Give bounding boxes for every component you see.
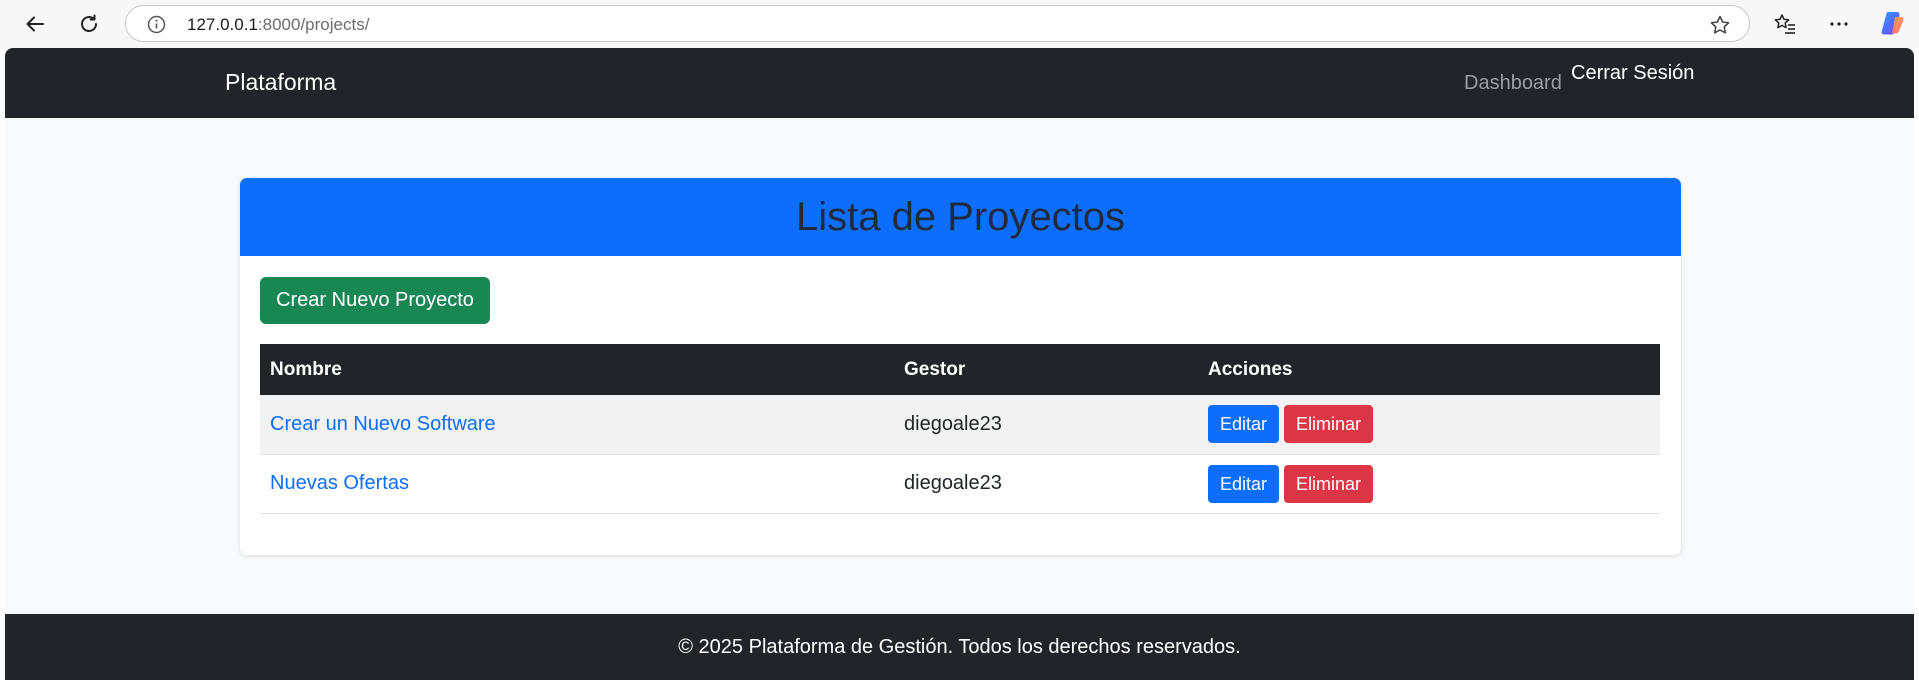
page-viewport: Plataforma Dashboard Cerrar Sesión Lista… xyxy=(5,48,1914,680)
back-arrow-icon[interactable] xyxy=(18,7,52,41)
delete-button[interactable]: Eliminar xyxy=(1284,405,1374,444)
header-nombre: Nombre xyxy=(270,358,342,380)
project-name-cell: Nuevas Ofertas xyxy=(260,454,894,514)
nav-link-logout[interactable]: Cerrar Sesión xyxy=(1571,62,1694,85)
edit-button[interactable]: Editar xyxy=(1208,405,1280,444)
table-row: Nuevas Ofertas diegoale23 Editar Eliminar xyxy=(260,454,1660,514)
page-footer: © 2025 Plataforma de Gestión. Todos los … xyxy=(5,614,1914,680)
favorites-icon[interactable] xyxy=(1768,7,1802,41)
browser-toolbar: 127.0.0.1:8000/projects/ xyxy=(0,0,1919,48)
address-bar[interactable]: 127.0.0.1:8000/projects/ xyxy=(125,5,1750,42)
header-acciones: Acciones xyxy=(1208,358,1293,380)
nav-link-dashboard[interactable]: Dashboard xyxy=(1464,72,1562,95)
app-navbar: Plataforma Dashboard Cerrar Sesión xyxy=(5,48,1914,118)
more-icon[interactable] xyxy=(1822,7,1856,41)
projects-card: Lista de Proyectos Crear Nuevo Proyecto … xyxy=(240,178,1681,555)
url-path: :8000/projects/ xyxy=(257,15,370,34)
reload-icon[interactable] xyxy=(72,7,106,41)
copilot-icon[interactable] xyxy=(1879,9,1907,37)
project-actions-cell: Editar Eliminar xyxy=(1198,454,1660,514)
star-icon[interactable] xyxy=(1709,14,1731,36)
edit-button[interactable]: Editar xyxy=(1208,464,1280,503)
card-header: Lista de Proyectos xyxy=(240,178,1681,256)
table-header-row: Nombre Gestor Acciones xyxy=(260,344,1660,395)
project-link[interactable]: Crear un Nuevo Software xyxy=(270,413,496,435)
projects-table-wrapper: Nombre Gestor Acciones Crear un Nuevo So… xyxy=(260,344,1660,514)
delete-button[interactable]: Eliminar xyxy=(1284,464,1374,503)
project-actions-cell: Editar Eliminar xyxy=(1198,395,1660,455)
header-gestor: Gestor xyxy=(904,358,966,380)
project-manager-cell: diegoale23 xyxy=(894,454,1198,514)
project-manager-cell: diegoale23 xyxy=(894,395,1198,455)
table-row: Crear un Nuevo Software diegoale23 Edita… xyxy=(260,395,1660,455)
url-text[interactable]: 127.0.0.1:8000/projects/ xyxy=(187,15,369,35)
create-project-button[interactable]: Crear Nuevo Proyecto xyxy=(260,277,490,324)
project-link[interactable]: Nuevas Ofertas xyxy=(270,472,409,494)
url-host: 127.0.0.1 xyxy=(187,15,258,34)
projects-table: Nombre Gestor Acciones Crear un Nuevo So… xyxy=(260,344,1660,514)
navbar-brand[interactable]: Plataforma xyxy=(225,69,336,96)
page-title: Lista de Proyectos xyxy=(795,194,1126,239)
footer-text: © 2025 Plataforma de Gestión. Todos los … xyxy=(678,635,1241,658)
info-icon[interactable] xyxy=(147,15,166,34)
project-name-cell: Crear un Nuevo Software xyxy=(260,395,894,455)
